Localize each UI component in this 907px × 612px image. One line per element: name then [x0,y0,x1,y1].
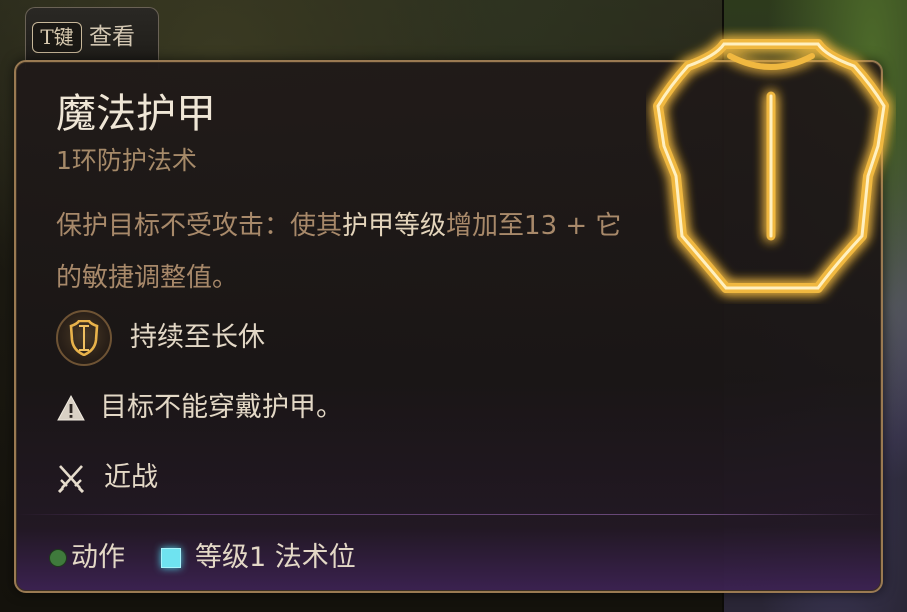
armor-class-keyword[interactable]: 护甲等级 [342,211,446,241]
keybind-badge: T键 [32,22,82,53]
action-resource-icon [49,549,67,567]
warning-text: 目标不能穿戴护甲。 [100,392,343,423]
crossed-swords-icon [57,465,85,493]
cost-footer: 动作 等级1 法术位 [49,538,356,578]
range-text: 近战 [104,462,158,493]
spell-slot-cost-label: 等级1 法术位 [195,542,356,573]
spell-description: 保护目标不受攻击：使其护甲等级增加至13 + 它的敏捷调整值。 [56,200,626,304]
spell-slot-icon [161,548,181,568]
duration-icon [56,310,112,366]
range-row: 近战 [56,458,158,498]
spell-level-school: 1环防护法术 [56,146,197,175]
description-text: 保护目标不受攻击：使其 [56,211,343,241]
mage-armor-icon [653,39,889,293]
spell-name: 魔法护甲 [56,91,216,137]
duration-row: 持续至长休 [56,310,265,366]
inspect-label: 查看 [89,24,135,50]
duration-text: 持续至长休 [130,322,265,353]
footer-divider [16,514,881,515]
warning-row: 目标不能穿戴护甲。 [56,388,343,428]
action-cost-label: 动作 [71,542,125,573]
warning-icon [57,394,85,421]
